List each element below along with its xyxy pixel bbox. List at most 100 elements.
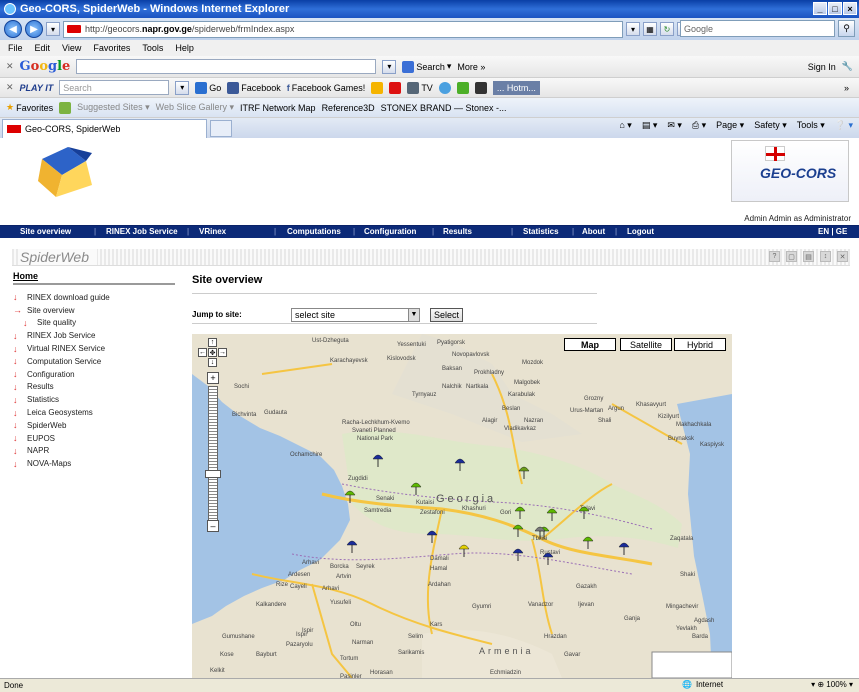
menu-file[interactable]: File: [8, 43, 23, 53]
menu-edit[interactable]: Edit: [35, 43, 51, 53]
nav-site-overview[interactable]: Site overview: [20, 227, 71, 236]
new-tab-button[interactable]: [210, 119, 232, 137]
sidebar-home-link[interactable]: Home: [13, 271, 175, 285]
station-marker-icon[interactable]: [542, 552, 554, 565]
spider-window-icon[interactable]: ▢: [786, 251, 797, 262]
nav-vrinex[interactable]: VRinex: [199, 227, 226, 236]
toolbar-chevron-icon[interactable]: »: [844, 83, 849, 93]
google-search-button[interactable]: Search ▾: [402, 60, 451, 73]
nav-computations[interactable]: Computations: [287, 227, 341, 236]
station-marker-icon[interactable]: [344, 490, 356, 503]
sidebar-item[interactable]: ↓ RINEX Job Service: [13, 329, 175, 342]
minimize-button[interactable]: _: [813, 2, 827, 15]
play-search-input[interactable]: Search: [59, 80, 170, 95]
sidebar-item[interactable]: ↓ Computation Service: [13, 355, 175, 368]
google-search-input[interactable]: [76, 59, 377, 74]
wrench-icon[interactable]: 🔧: [842, 61, 853, 72]
site-select[interactable]: select site ▼: [291, 307, 420, 322]
zoom-level[interactable]: ▾ ⊕ 100% ▾: [811, 680, 853, 689]
toolbar-close-icon[interactable]: ✕: [6, 82, 14, 93]
play-search-dropdown[interactable]: ▾: [175, 80, 190, 95]
sidebar-item[interactable]: → Site overview: [13, 304, 175, 317]
nav-logout[interactable]: Logout: [627, 227, 654, 236]
back-button[interactable]: ◀: [4, 20, 22, 38]
app-icon[interactable]: [456, 81, 469, 94]
spider-list-icon[interactable]: ▤: [803, 251, 814, 262]
spider-help-icon[interactable]: ?: [769, 251, 780, 262]
address-dropdown-icon[interactable]: ▾: [626, 22, 640, 36]
print-icon[interactable]: ⎙ ▾: [692, 120, 706, 131]
sidebar-item[interactable]: ↓ Configuration: [13, 368, 175, 381]
google-search-dropdown[interactable]: ▾: [382, 59, 397, 74]
station-marker-icon[interactable]: [410, 482, 422, 495]
hotmail-button[interactable]: ... Hotm...: [492, 80, 540, 95]
station-marker-icon[interactable]: [346, 540, 358, 553]
feeds-icon[interactable]: ▤ ▾: [642, 120, 658, 131]
sidebar-item[interactable]: ↓ Site quality: [13, 317, 175, 330]
help-icon[interactable]: ❔ ▾: [835, 120, 853, 131]
fav-itrf-network-map[interactable]: ITRF Network Map: [240, 103, 316, 113]
google-signin-link[interactable]: Sign In: [808, 62, 836, 72]
spider-resize-icon[interactable]: ↕: [820, 251, 831, 262]
fav-suggested-sites[interactable]: Suggested Sites ▾: [77, 102, 150, 113]
add-favorite-icon[interactable]: [59, 101, 72, 114]
fav-web-slice-gallery[interactable]: Web Slice Gallery ▾: [156, 102, 234, 113]
address-bar[interactable]: http://geocors. napr.gov.ge/spiderweb/frm…: [63, 20, 623, 38]
forward-button[interactable]: ▶: [25, 20, 43, 38]
nav-statistics[interactable]: Statistics: [523, 227, 559, 236]
menu-help[interactable]: Help: [175, 43, 194, 53]
nav-about[interactable]: About: [582, 227, 605, 236]
site-map[interactable]: Map Satellite Hybrid ↑ ← ✥ → ↓ + – Ust-D…: [192, 334, 732, 678]
play-go-button[interactable]: Go: [195, 81, 221, 94]
nav-configuration[interactable]: Configuration: [364, 227, 416, 236]
sidebar-item[interactable]: ↓ Results: [13, 381, 175, 394]
tools-menu[interactable]: Tools ▾: [797, 120, 825, 131]
maximize-button[interactable]: □: [828, 2, 842, 15]
close-window-button[interactable]: ×: [843, 2, 857, 15]
station-marker-icon[interactable]: [372, 454, 384, 467]
mail-icon[interactable]: ✉ ▾: [667, 120, 682, 131]
sidebar-item[interactable]: ↓ NAPR: [13, 445, 175, 458]
fav-stonex-brand[interactable]: STONEX BRAND — Stonex -...: [381, 103, 507, 113]
history-dropdown[interactable]: ▾: [46, 22, 60, 36]
menu-favorites[interactable]: Favorites: [93, 43, 130, 53]
station-marker-icon[interactable]: [458, 544, 470, 557]
browser-search-input[interactable]: Google: [680, 20, 835, 37]
select-button[interactable]: Select: [430, 307, 463, 322]
station-marker-icon[interactable]: [512, 548, 524, 561]
home-icon[interactable]: ⌂ ▾: [619, 120, 631, 131]
google-more-button[interactable]: More »: [457, 62, 485, 72]
sidebar-item[interactable]: ↓ EUPOS: [13, 432, 175, 445]
station-marker-icon[interactable]: [512, 524, 524, 537]
compat-view-icon[interactable]: ▦: [643, 22, 657, 36]
browser-search-icon[interactable]: ⚲: [838, 20, 855, 37]
station-marker-icon[interactable]: [582, 536, 594, 549]
sidebar-item[interactable]: ↓ Leica Geosystems: [13, 406, 175, 419]
spider-close-icon[interactable]: ✕: [837, 251, 848, 262]
fav-reference3d[interactable]: Reference3D: [322, 103, 375, 113]
menu-view[interactable]: View: [62, 43, 81, 53]
language-switch[interactable]: EN | GE: [818, 227, 847, 236]
youtube-icon[interactable]: [389, 81, 402, 94]
station-marker-icon[interactable]: [518, 466, 530, 479]
station-marker-icon[interactable]: [454, 458, 466, 471]
tab-geo-cors[interactable]: Geo-CORS, SpiderWeb: [2, 118, 207, 138]
sidebar-item[interactable]: ↓ Statistics: [13, 393, 175, 406]
games-icon[interactable]: [371, 81, 384, 94]
sidebar-item[interactable]: ↓ Virtual RINEX Service: [13, 342, 175, 355]
station-marker-icon[interactable]: [514, 506, 526, 519]
menu-tools[interactable]: Tools: [142, 43, 163, 53]
station-marker-icon[interactable]: [578, 506, 590, 519]
station-marker-icon[interactable]: [426, 530, 438, 543]
safety-menu[interactable]: Safety ▾: [754, 120, 787, 131]
facebook-games-button[interactable]: f Facebook Games!: [287, 83, 366, 93]
favorites-button[interactable]: ★ Favorites: [6, 102, 53, 113]
toolbar-close-icon[interactable]: ✕: [6, 61, 14, 72]
nav-rinex-job-service[interactable]: RINEX Job Service: [106, 227, 178, 236]
tv-button[interactable]: TV: [407, 81, 433, 94]
sidebar-item[interactable]: ↓ NOVA-Maps: [13, 457, 175, 470]
station-marker-icon[interactable]: [546, 508, 558, 521]
sidebar-item[interactable]: ↓ RINEX download guide: [13, 291, 175, 304]
movie-icon[interactable]: [474, 81, 487, 94]
chevron-down-icon[interactable]: ▼: [408, 308, 419, 321]
